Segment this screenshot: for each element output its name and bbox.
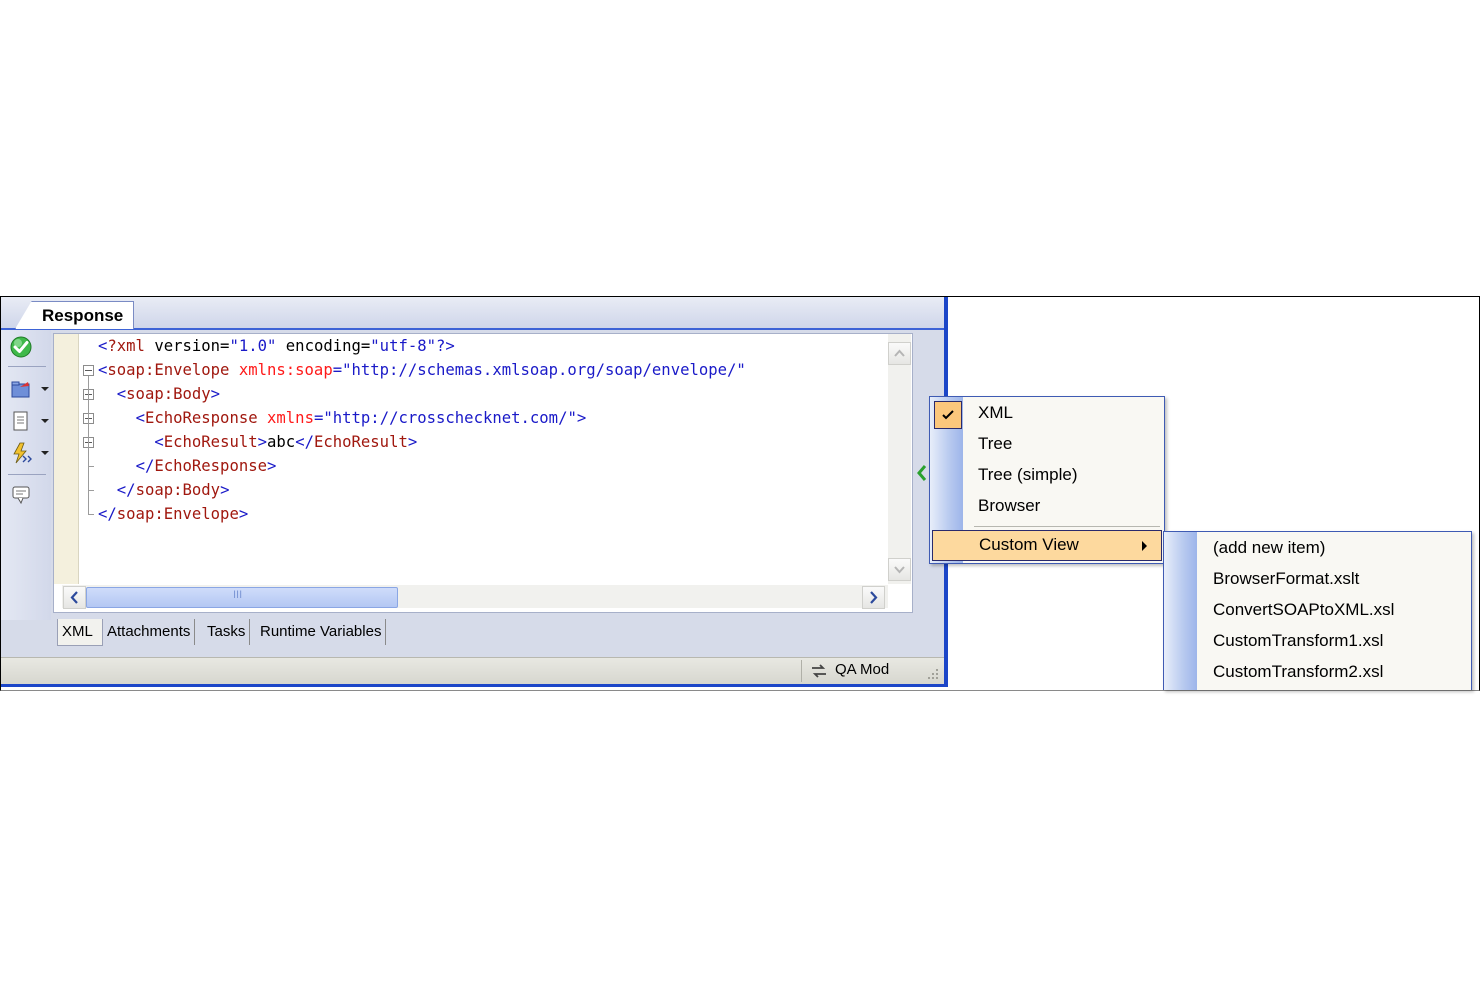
tab-xml[interactable]: XML — [57, 619, 103, 646]
status-bar: QA Mod — [1, 657, 944, 684]
menu-item-label: CustomTransform1.xsl — [1213, 631, 1384, 650]
validate-button[interactable] — [7, 334, 47, 360]
resize-grip-icon[interactable] — [925, 666, 941, 682]
tab-response[interactable]: Response — [15, 301, 134, 329]
scroll-up-button[interactable] — [888, 342, 911, 365]
swap-arrows-icon — [812, 664, 826, 678]
menu-separator — [974, 526, 1160, 527]
menu-item-label: ConvertSOAPtoXML.xsl — [1213, 600, 1395, 619]
horizontal-scroll-thumb[interactable]: III — [86, 587, 398, 608]
code-line: <EchoResponse xmlns="http://crosscheckne… — [135, 409, 587, 427]
menu-item-tree[interactable]: Tree — [930, 429, 1164, 460]
status-separator — [801, 660, 802, 682]
code-line: </EchoResponse> — [135, 457, 277, 475]
lightning-icon — [13, 442, 32, 464]
check-icon — [10, 336, 32, 358]
chevron-left-icon[interactable] — [915, 464, 929, 482]
status-mode-label[interactable]: QA Mod — [835, 661, 889, 678]
custom-view-submenu: (add new item) BrowserFormat.xslt Conver… — [1163, 531, 1472, 690]
tab-label: XML — [62, 623, 93, 640]
chevron-down-icon — [41, 451, 49, 455]
fold-guide — [88, 376, 89, 514]
submenu-item-convertsoaptoxml[interactable]: ConvertSOAPtoXML.xsl — [1164, 595, 1471, 626]
chevron-left-icon — [70, 591, 78, 604]
toolbar-separator — [8, 366, 46, 367]
vertical-scrollbar[interactable] — [888, 334, 911, 584]
menu-item-label: BrowserFormat.xslt — [1213, 569, 1360, 588]
chevron-down-icon — [41, 387, 49, 391]
toolbar-separator — [8, 474, 46, 475]
xml-editor[interactable]: <?xml version="1.0" encoding="utf-8"?> <s… — [53, 333, 913, 613]
fold-toggle-icon[interactable] — [83, 365, 94, 376]
fold-guide — [88, 490, 94, 491]
tab-runtime-variables[interactable]: Runtime Variables — [256, 619, 387, 645]
menu-item-custom-view[interactable]: Custom View — [932, 530, 1162, 561]
document-icon — [13, 411, 28, 431]
chevron-down-icon — [41, 419, 49, 423]
open-folder-icon — [11, 381, 30, 398]
code-line: <soap:Body> — [116, 385, 221, 403]
submenu-arrow-icon — [1142, 541, 1147, 551]
menu-item-label: Tree (simple) — [978, 465, 1078, 484]
comment-icon — [12, 486, 30, 505]
response-panel: Response <?xml version="1.0" encoding="u… — [1, 297, 948, 687]
code-line: </soap:Envelope> — [98, 505, 249, 523]
open-button[interactable] — [7, 376, 49, 402]
scroll-left-button[interactable] — [63, 586, 86, 609]
code-line: <soap:Envelope xmlns:soap="http://schema… — [98, 361, 746, 379]
menu-item-label: Browser — [978, 496, 1041, 515]
editor-gutter — [54, 334, 79, 584]
chevron-up-icon — [894, 349, 905, 357]
tab-label: Runtime Variables — [260, 623, 382, 640]
menu-item-browser[interactable]: Browser — [930, 491, 1164, 522]
menu-item-xml[interactable]: XML — [930, 398, 1164, 429]
tab-label: Tasks — [207, 623, 246, 640]
submenu-item-customtransform1[interactable]: CustomTransform1.xsl — [1164, 626, 1471, 657]
scroll-down-button[interactable] — [888, 558, 911, 581]
view-tabs: XML Attachments Tasks Runtime Variables — [57, 619, 397, 646]
document-button[interactable] — [7, 408, 49, 434]
scroll-right-button[interactable] — [862, 586, 885, 609]
tab-strip: Response — [1, 297, 944, 330]
fold-guide — [88, 514, 94, 515]
horizontal-scrollbar[interactable]: III — [62, 585, 888, 609]
vertical-toolbar — [1, 330, 51, 620]
menu-item-label: CustomTransform2.xsl — [1213, 662, 1384, 681]
menu-item-tree-simple[interactable]: Tree (simple) — [930, 460, 1164, 491]
fold-guide — [88, 466, 94, 467]
chevron-right-icon — [870, 591, 878, 604]
xml-code[interactable]: <?xml version="1.0" encoding="utf-8"?> <s… — [98, 334, 888, 584]
view-context-menu: XML Tree Tree (simple) Browser Custom Vi… — [929, 396, 1165, 564]
tab-attachments[interactable]: Attachments — [103, 619, 196, 645]
chevron-down-icon — [894, 566, 905, 574]
comment-button[interactable] — [7, 482, 47, 508]
run-button[interactable] — [7, 440, 49, 466]
code-line: <EchoResult>abc</EchoResult> — [154, 433, 418, 451]
menu-item-label: Custom View — [979, 535, 1079, 554]
tab-response-label: Response — [42, 306, 124, 325]
code-line: </soap:Body> — [116, 481, 230, 499]
tab-tasks[interactable]: Tasks — [203, 619, 251, 645]
tab-label: Attachments — [107, 623, 191, 640]
menu-item-label: (add new item) — [1213, 538, 1326, 557]
scroll-grip: III — [233, 589, 243, 601]
submenu-item-browserformat[interactable]: BrowserFormat.xslt — [1164, 564, 1471, 595]
menu-item-label: Tree — [978, 434, 1013, 453]
code-line: <?xml version="1.0" encoding="utf-8"?> — [98, 337, 455, 355]
menu-item-label: XML — [978, 403, 1013, 422]
submenu-item-customtransform2[interactable]: CustomTransform2.xsl — [1164, 657, 1471, 688]
submenu-item-add-new[interactable]: (add new item) — [1164, 533, 1471, 564]
